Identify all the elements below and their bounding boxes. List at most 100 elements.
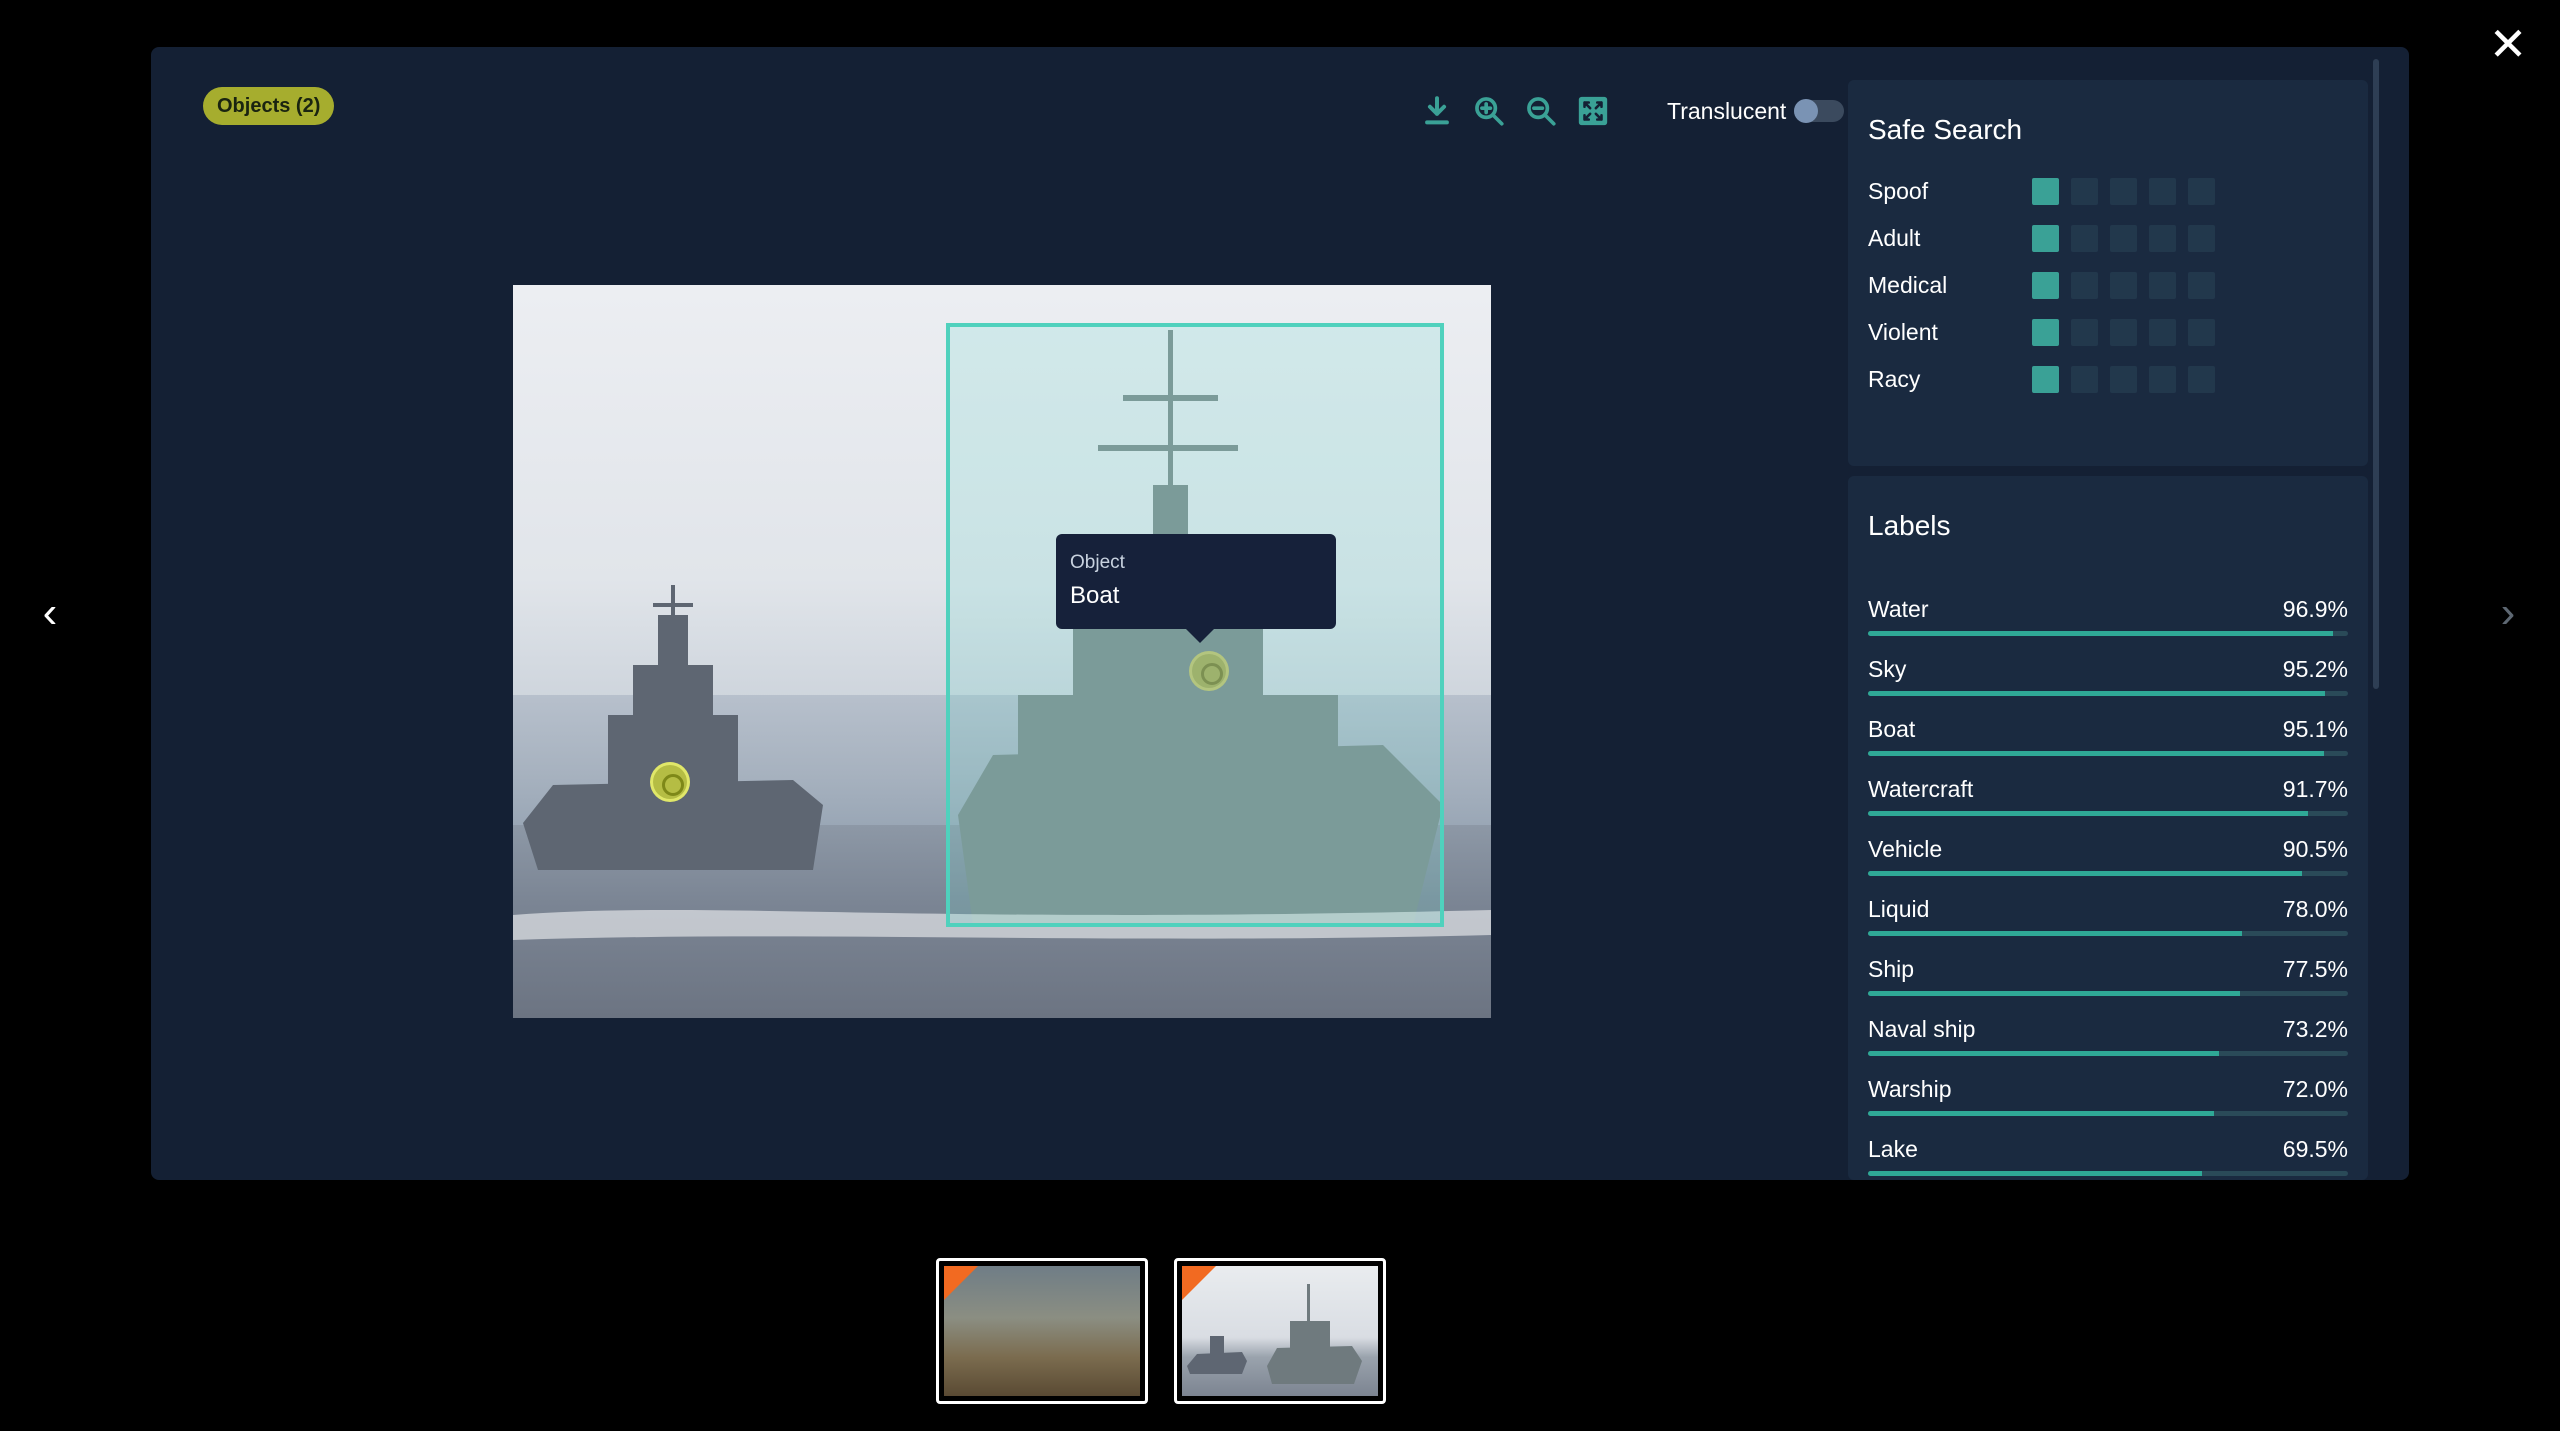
likelihood-cell: [2149, 366, 2176, 393]
likelihood-cell: [2110, 272, 2137, 299]
label-score: 73.2%: [2282, 1016, 2348, 1042]
likelihood-cell: [2149, 319, 2176, 346]
object-tooltip: Object Boat: [1056, 534, 1336, 643]
chevron-left-icon[interactable]: ‹: [30, 590, 70, 636]
safe-search-row: Racy: [1868, 356, 2348, 403]
likelihood-cell: [2032, 319, 2059, 346]
likelihood-cell: [2071, 225, 2098, 252]
likelihood-cell: [2149, 178, 2176, 205]
label-score-bar: [1868, 931, 2348, 936]
likelihood-cell: [2032, 272, 2059, 299]
label-row: Naval ship 73.2%: [1868, 1010, 2348, 1070]
safe-search-panel: Safe Search Spoof Adult Medical Violent Racy: [1848, 80, 2368, 466]
safe-search-label: Racy: [1868, 366, 1921, 392]
safe-search-list: Spoof Adult Medical Violent Racy: [1868, 168, 2348, 403]
thumbnail-2[interactable]: [1174, 1258, 1386, 1404]
label-row: Sky 95.2%: [1868, 650, 2348, 710]
likelihood-meter: [2032, 225, 2227, 252]
label-name: Ship: [1868, 956, 1915, 982]
likelihood-cell: [2032, 225, 2059, 252]
likelihood-meter: [2032, 319, 2227, 346]
label-score-fill: [1868, 631, 2334, 636]
label-row: Water 96.9%: [1868, 590, 2348, 650]
likelihood-cell: [2071, 178, 2098, 205]
analyzed-image: Object Boat: [513, 285, 1491, 1018]
toggle-knob: [1794, 99, 1819, 123]
objects-badge[interactable]: Objects (2): [203, 87, 335, 125]
safe-search-label: Violent: [1868, 319, 1938, 345]
labels-list: Water 96.9% Sky 95.2% Boat 95.1% Watercraft 91.…: [1868, 590, 2348, 1180]
likelihood-cell: [2071, 366, 2098, 393]
likelihood-meter: [2032, 178, 2227, 205]
tooltip-value: Boat: [1070, 582, 1120, 609]
label-name: Watercraft: [1868, 776, 1974, 802]
likelihood-cell: [2188, 225, 2215, 252]
fit-screen-icon[interactable]: [1571, 89, 1615, 133]
label-score-bar: [1868, 691, 2348, 696]
safe-search-row: Medical: [1868, 262, 2348, 309]
label-name: Water: [1868, 596, 1929, 622]
label-score: 90.5%: [2282, 836, 2348, 862]
image-viewer-modal: Objects (2) Translucent Object Boat Safe…: [151, 47, 2409, 1180]
labels-panel: Labels Water 96.9% Sky 95.2% Boat 95.1% Waterc…: [1848, 476, 2368, 1180]
likelihood-cell: [2032, 366, 2059, 393]
safe-search-title: Safe Search: [1868, 114, 2023, 145]
likelihood-cell: [2149, 272, 2176, 299]
label-score-bar: [1868, 1111, 2348, 1116]
label-score-fill: [1868, 991, 2240, 996]
safe-search-row: Adult: [1868, 215, 2348, 262]
label-score-fill: [1868, 691, 2325, 696]
likelihood-cell: [2149, 225, 2176, 252]
label-score-bar: [1868, 1171, 2348, 1176]
likelihood-cell: [2110, 225, 2137, 252]
likelihood-cell: [2188, 366, 2215, 393]
zoom-out-icon[interactable]: [1519, 89, 1563, 133]
label-score-fill: [1868, 751, 2325, 756]
label-name: Sky: [1868, 656, 1907, 682]
label-row: Boat 95.1%: [1868, 710, 2348, 770]
zoom-in-icon[interactable]: [1467, 89, 1511, 133]
tooltip-kind: Object: [1070, 552, 1125, 573]
label-score-bar: [1868, 631, 2348, 636]
label-score: 72.0%: [2282, 1076, 2348, 1102]
object-marker-2[interactable]: [1189, 651, 1229, 691]
likelihood-meter: [2032, 366, 2227, 393]
label-score-bar: [1868, 811, 2348, 816]
label-score: 78.0%: [2282, 896, 2348, 922]
label-row: Warship 72.0%: [1868, 1070, 2348, 1130]
translucent-label: Translucent: [1667, 97, 1787, 124]
thumbnail-strip: [936, 1258, 1412, 1404]
object-marker-1[interactable]: [650, 762, 690, 802]
safe-search-label: Medical: [1868, 272, 1948, 298]
likelihood-cell: [2071, 319, 2098, 346]
label-row: Ship 77.5%: [1868, 950, 2348, 1010]
likelihood-cell: [2032, 178, 2059, 205]
label-name: Vehicle: [1868, 836, 1943, 862]
likelihood-cell: [2110, 178, 2137, 205]
label-score-bar: [1868, 1051, 2348, 1056]
label-score-bar: [1868, 871, 2348, 876]
translucent-toggle[interactable]: [1794, 99, 1845, 123]
likelihood-meter: [2032, 272, 2227, 299]
chevron-right-icon[interactable]: ›: [2488, 590, 2528, 636]
download-icon[interactable]: [1415, 89, 1459, 133]
scrollbar-thumb[interactable]: [2373, 59, 2379, 689]
panel-scrollbar[interactable]: [2373, 59, 2379, 1169]
thumbnail-1[interactable]: [936, 1258, 1148, 1404]
safe-search-row: Spoof: [1868, 168, 2348, 215]
label-score-fill: [1868, 1111, 2214, 1116]
label-name: Lake: [1868, 1136, 1918, 1162]
viewer-toolbar: Translucent: [1415, 89, 1845, 133]
close-icon[interactable]: ✕: [2486, 21, 2530, 67]
label-score-fill: [1868, 1171, 2202, 1176]
safe-search-label: Adult: [1868, 225, 1921, 251]
likelihood-cell: [2188, 272, 2215, 299]
label-score-fill: [1868, 1051, 2220, 1056]
labels-title: Labels: [1868, 510, 1951, 541]
label-score-bar: [1868, 751, 2348, 756]
label-name: Naval ship: [1868, 1016, 1976, 1042]
likelihood-cell: [2110, 319, 2137, 346]
label-row: Liquid 78.0%: [1868, 890, 2348, 950]
label-row: Vehicle 90.5%: [1868, 830, 2348, 890]
likelihood-cell: [2110, 366, 2137, 393]
